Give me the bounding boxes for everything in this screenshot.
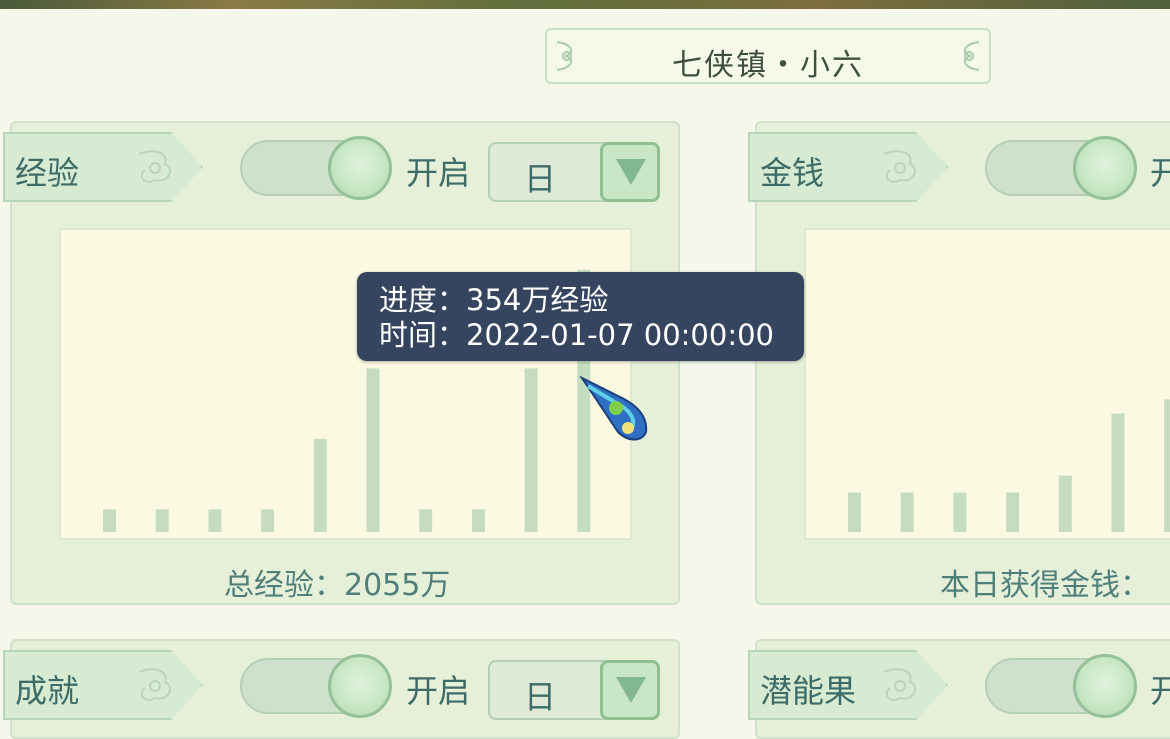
toggle-knob [1073, 654, 1137, 718]
money-chart-bar[interactable] [1058, 475, 1072, 532]
money-chart-bar[interactable] [1006, 492, 1020, 532]
money-tag-label: 金钱 [760, 154, 825, 192]
tooltip-time: 时间：2022-01-07 00:00:00 [379, 318, 774, 352]
game-scene-strip [0, 0, 1170, 9]
potential-toggle-label: 开 [1150, 672, 1170, 710]
experience-chart-bar[interactable] [419, 509, 433, 532]
experience-period-select[interactable]: 日 [488, 142, 660, 202]
bar-tooltip: 进度：354万经验 时间：2022-01-07 00:00:00 [357, 272, 804, 361]
money-chart-bar[interactable] [1111, 413, 1125, 532]
achievement-tag-label: 成就 [15, 672, 80, 710]
experience-tag-label: 经验 [15, 154, 80, 192]
potential-tag: 潜能果 [748, 650, 948, 720]
money-chart-bar[interactable] [900, 492, 914, 532]
potential-tag-label: 潜能果 [760, 672, 857, 710]
experience-chart-bar[interactable] [155, 509, 169, 532]
money-tag: 金钱 [748, 132, 948, 202]
experience-toggle-label: 开启 [406, 154, 471, 192]
toggle-knob [328, 654, 392, 718]
experience-summary: 总经验：2055万 [224, 568, 451, 603]
experience-chart-bar[interactable] [261, 509, 275, 532]
money-summary: 本日获得金钱： [940, 568, 1150, 603]
experience-period-value: 日 [524, 160, 557, 198]
tooltip-progress: 进度：354万经验 [379, 283, 609, 317]
achievement-tag: 成就 [3, 650, 203, 720]
title-plate: 七侠镇・小六 [545, 28, 991, 84]
cloud-scroll-icon [138, 668, 171, 701]
experience-toggle[interactable] [240, 136, 392, 200]
experience-chart-bar[interactable] [524, 368, 538, 532]
toggle-knob [1073, 136, 1137, 200]
achievement-toggle-label: 开启 [406, 672, 471, 710]
achievement-toggle[interactable] [240, 654, 392, 718]
experience-chart-bar[interactable] [103, 509, 116, 532]
page-title: 七侠镇・小六 [672, 48, 864, 83]
achievement-dropdown-button[interactable] [600, 660, 660, 720]
toggle-knob [328, 136, 392, 200]
triangle-down-icon [616, 159, 646, 185]
potential-toggle[interactable] [985, 654, 1137, 718]
triangle-down-icon [616, 677, 646, 703]
experience-dropdown-button[interactable] [600, 142, 660, 202]
money-chart-bar[interactable] [848, 492, 861, 532]
experience-chart-bar[interactable] [208, 509, 222, 532]
achievement-period-select[interactable]: 日 [488, 660, 660, 720]
experience-tag: 经验 [3, 132, 203, 202]
money-toggle[interactable] [985, 136, 1137, 200]
experience-chart-bar[interactable] [471, 509, 485, 532]
money-chart-svg [848, 399, 1170, 532]
experience-chart-bar[interactable] [366, 368, 380, 532]
cloud-scroll-icon [138, 150, 171, 183]
money-toggle-label: 开 [1150, 154, 1170, 192]
money-chart-bar[interactable] [1164, 399, 1170, 532]
money-chart-bar[interactable] [953, 492, 967, 532]
feather-cursor-icon [579, 376, 648, 441]
achievement-period-value: 日 [524, 678, 557, 716]
experience-chart-bar[interactable] [313, 438, 327, 532]
cloud-scroll-icon [883, 668, 916, 701]
money-chart [804, 228, 1170, 540]
cloud-scroll-icon [883, 150, 916, 183]
cloud-scroll-icon [963, 41, 980, 71]
